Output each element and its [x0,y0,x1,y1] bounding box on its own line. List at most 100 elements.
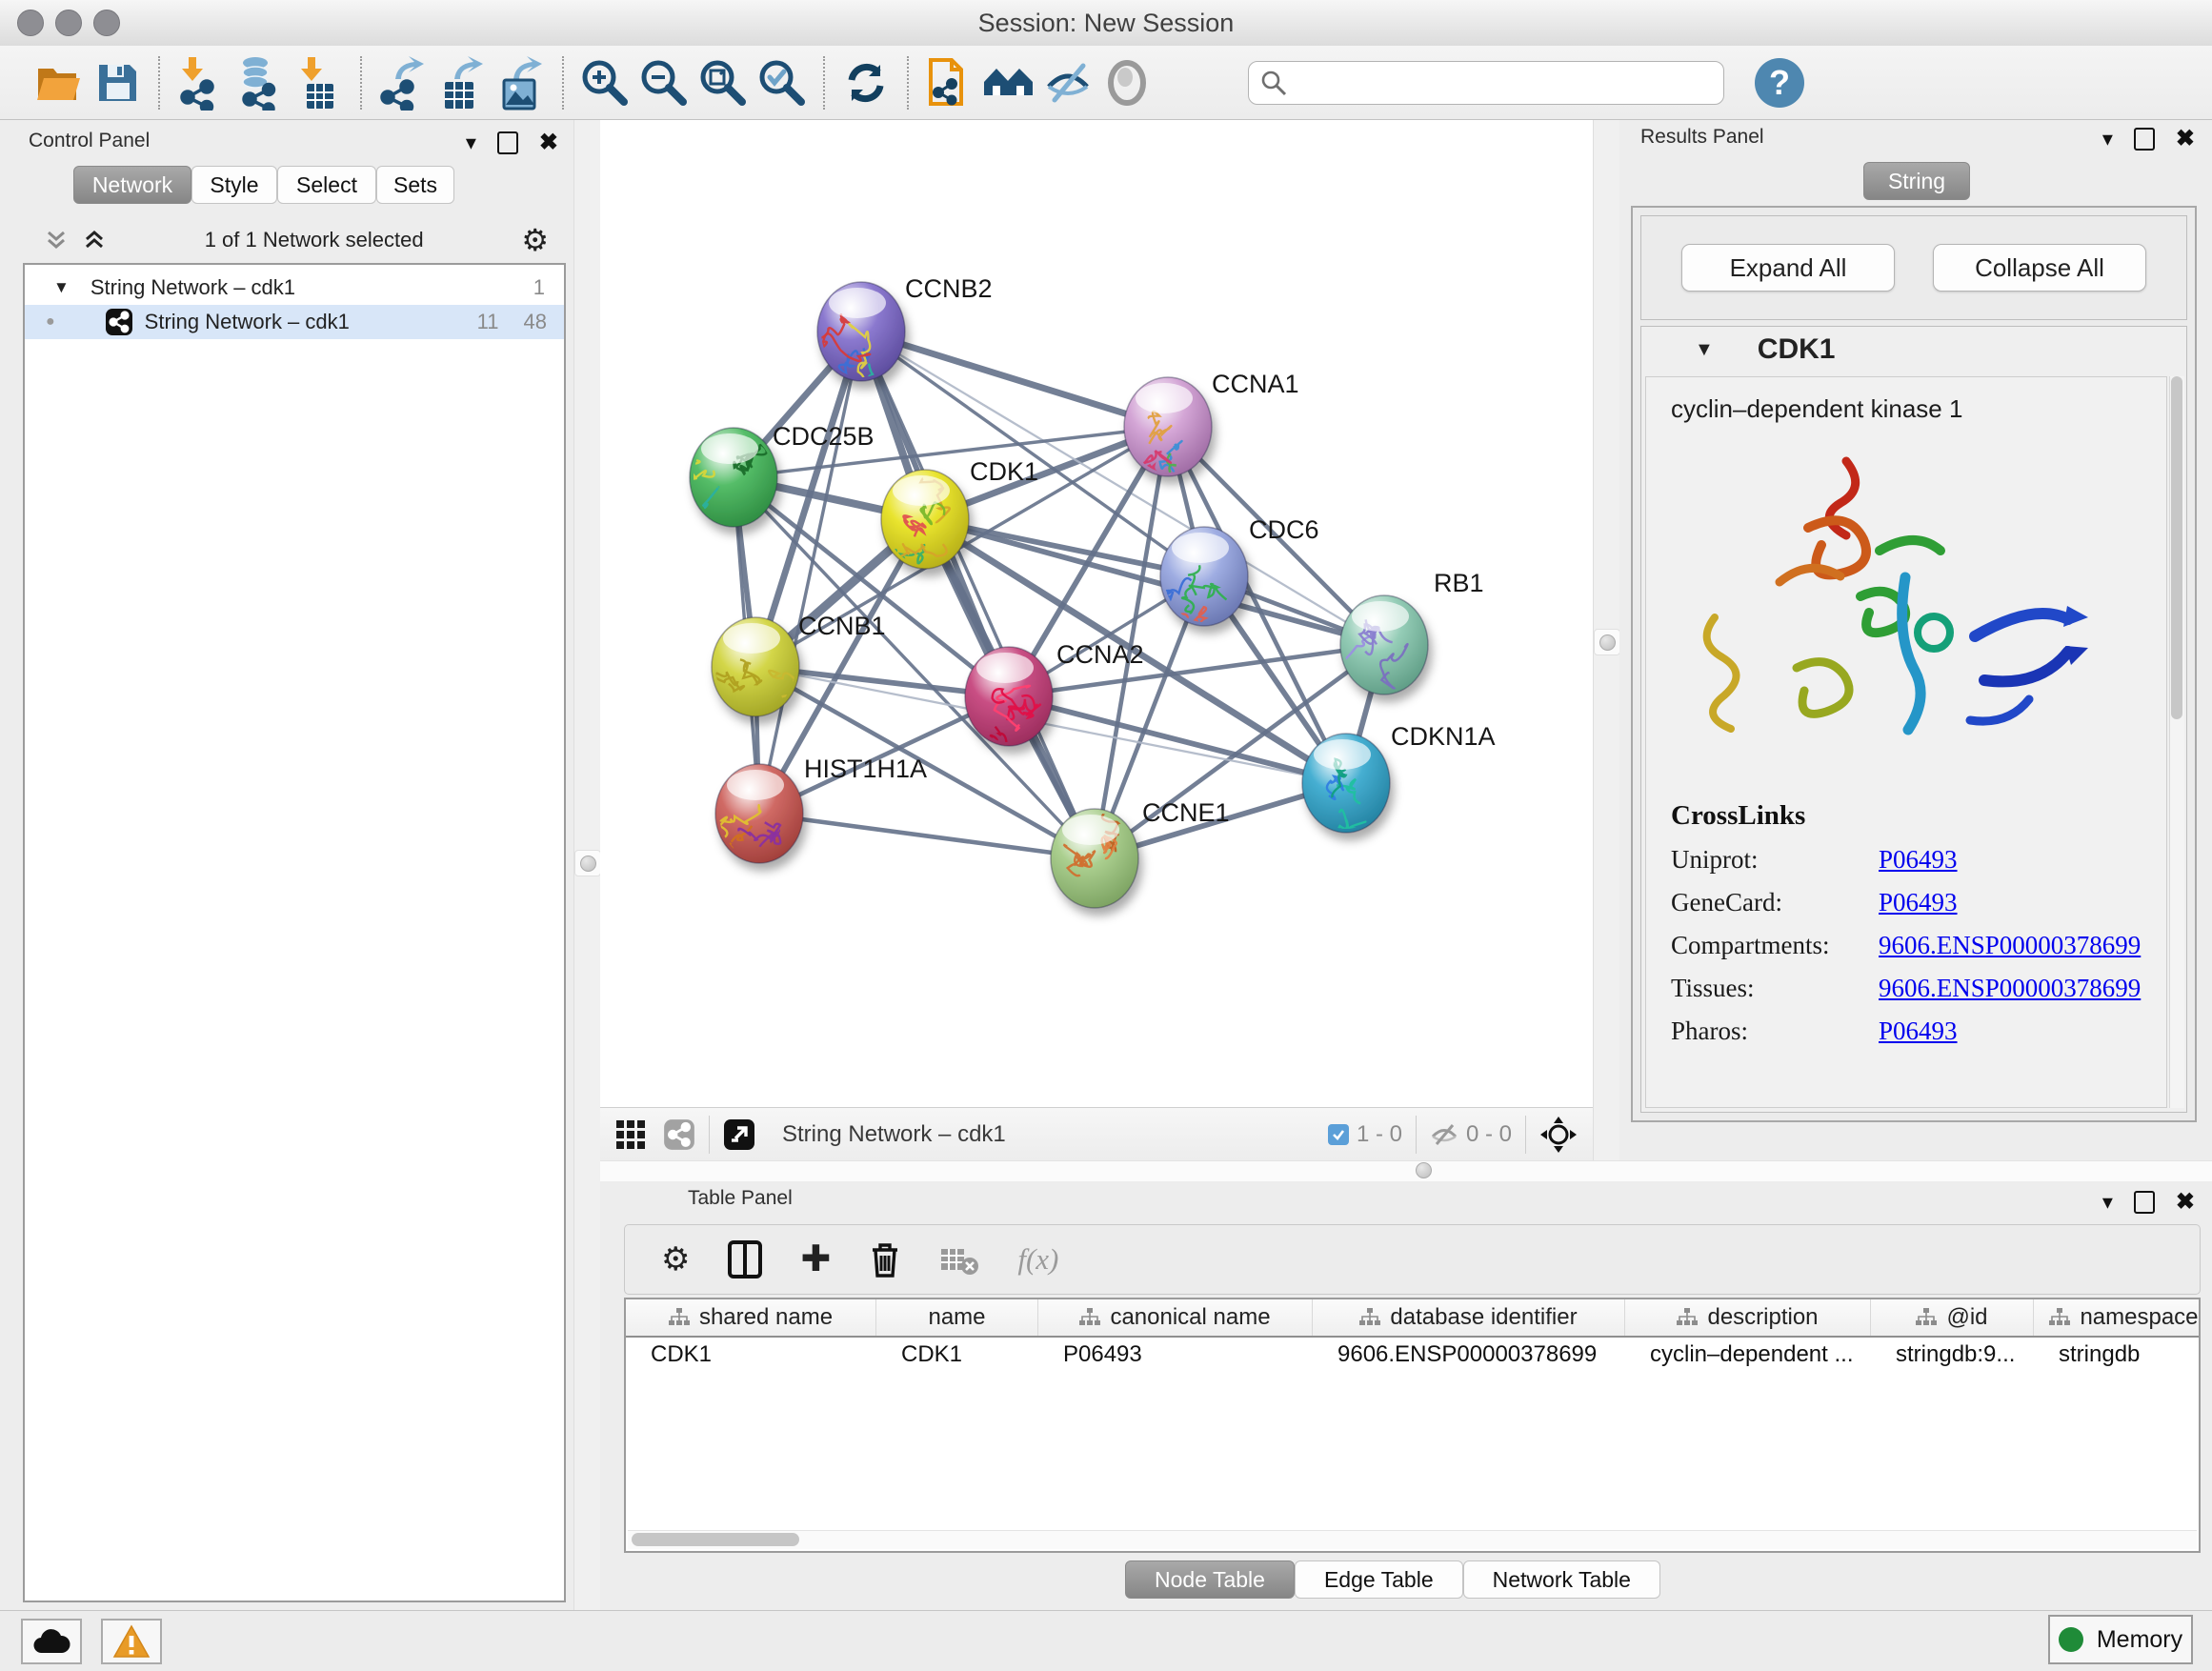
detach-view-icon[interactable] [723,1118,755,1151]
crosslink-link[interactable]: 9606.ENSP00000378699 [1879,974,2141,1003]
table-cell[interactable]: cyclin–dependent ... [1625,1341,1871,1368]
tab-network[interactable]: Network [73,166,191,204]
zoom-in-button[interactable] [575,52,634,113]
memory-button[interactable]: Memory [2048,1615,2193,1664]
column-header-namespace[interactable]: namespace [2034,1299,2201,1336]
home-button[interactable] [979,52,1038,113]
search-input[interactable] [1248,61,1724,105]
network-canvas[interactable]: CCNB2CCNA1CDC25BCDK1CDC6RB1CCNB1CCNA2CDK… [600,120,1593,1107]
import-network-database-button[interactable] [231,52,290,113]
selected-checkbox-icon[interactable] [1328,1124,1349,1145]
panel-menu-icon[interactable]: ▾ [2102,1192,2113,1213]
table-horizontal-scrollbar[interactable] [628,1530,2197,1549]
results-scrollbar-thumb[interactable] [2171,376,2182,719]
collapse-all-button[interactable]: Collapse All [1933,244,2146,292]
birdseye-crosshair-icon[interactable] [1539,1116,1578,1154]
crosslink-link[interactable]: P06493 [1879,845,1958,875]
column-header-description[interactable]: description [1625,1299,1871,1336]
crosslink-link[interactable]: P06493 [1879,1017,1958,1046]
save-session-button[interactable] [88,52,147,113]
expand-all-chevron-icon[interactable] [82,228,107,252]
table-cell[interactable]: 9606.ENSP00000378699 [1313,1341,1625,1368]
import-table-file-button[interactable] [290,52,349,113]
zoom-selected-button[interactable] [753,52,812,113]
section-expanded-icon[interactable]: ▼ [1695,339,1714,361]
network-node-cdkn1a[interactable] [1302,734,1390,837]
results-scrollbar[interactable] [2169,376,2184,1108]
column-header-database-identifier[interactable]: database identifier [1313,1299,1625,1336]
network-node-rb1[interactable] [1312,595,1428,695]
panel-menu-icon[interactable]: ▾ [466,132,476,153]
tab-select[interactable]: Select [277,166,376,204]
warning-status-button[interactable] [101,1619,162,1664]
column-header-name[interactable]: name [876,1299,1038,1336]
export-image-button[interactable] [492,52,551,113]
tab-sets[interactable]: Sets [376,166,454,204]
vertical-splitter-left[interactable] [573,120,602,1610]
table-scrollbar-thumb[interactable] [632,1533,799,1546]
network-edge[interactable] [759,332,861,814]
panel-float-icon[interactable] [2134,128,2155,151]
table-cell[interactable]: CDK1 [876,1341,1038,1368]
tab-style[interactable]: Style [191,166,277,204]
share-document-button[interactable] [920,52,979,113]
add-column-icon[interactable]: ✚ [800,1241,831,1278]
tab-string[interactable]: String [1863,162,1970,200]
panel-close-icon[interactable]: ✖ [539,131,558,154]
table-cell[interactable]: CDK1 [626,1341,876,1368]
tab-network-table[interactable]: Network Table [1463,1560,1660,1599]
grid-view-icon[interactable] [615,1119,646,1150]
column-header-shared-name[interactable]: shared name [626,1299,876,1336]
splitter-handle[interactable] [574,850,601,876]
vertical-splitter-right[interactable] [1593,120,1621,1160]
table-row[interactable]: CDK1CDK1P064939606.ENSP00000378699cyclin… [626,1338,2199,1372]
horizontal-splitter[interactable] [600,1160,2212,1183]
table-cell[interactable]: stringdb [2034,1341,2201,1368]
import-network-file-button[interactable] [171,52,231,113]
panel-menu-icon[interactable]: ▾ [2102,129,2113,150]
network-row-selected[interactable]: ● String Network – cdk1 11 48 [25,305,564,339]
zoom-out-button[interactable] [634,52,694,113]
delete-column-trash-icon[interactable] [869,1240,901,1278]
column-header-canonical-name[interactable]: canonical name [1038,1299,1313,1336]
network-node-cdk1[interactable] [881,470,969,569]
network-options-gear-icon[interactable]: ⚙ [521,225,549,255]
network-node-ccnb2[interactable] [811,282,906,397]
help-button[interactable]: ? [1755,58,1804,108]
tab-edge-table[interactable]: Edge Table [1295,1560,1463,1599]
network-edge[interactable] [861,332,1168,427]
panel-float-icon[interactable] [2134,1191,2155,1214]
expand-all-button[interactable]: Expand All [1681,244,1895,292]
table-cell[interactable]: stringdb:9... [1871,1341,2034,1368]
panel-close-icon[interactable]: ✖ [2176,1191,2195,1214]
show-columns-icon[interactable] [728,1240,762,1278]
panel-float-icon[interactable] [497,131,518,154]
network-share-icon[interactable] [663,1118,695,1151]
network-node-cdc25b[interactable] [683,428,777,527]
crosslink-link[interactable]: 9606.ENSP00000378699 [1879,931,2141,960]
panel-close-icon[interactable]: ✖ [2176,128,2195,151]
export-network-button[interactable] [373,52,432,113]
collection-expanded-icon[interactable]: ▼ [53,278,70,297]
cloud-status-button[interactable] [21,1619,82,1664]
network-edge[interactable] [759,814,1095,858]
splitter-handle[interactable] [1412,1158,1435,1181]
show-all-button[interactable] [1097,52,1156,113]
crosslink-link[interactable]: P06493 [1879,888,1958,917]
refresh-button[interactable] [836,52,895,113]
zoom-fit-button[interactable] [694,52,753,113]
collapse-all-chevron-icon[interactable] [44,228,69,252]
tab-node-table[interactable]: Node Table [1125,1560,1295,1599]
network-collection-row[interactable]: ▼ String Network – cdk1 1 [25,271,564,305]
network-graph[interactable]: CCNB2CCNA1CDC25BCDK1CDC6RB1CCNB1CCNA2CDK… [600,120,1593,1107]
open-session-button[interactable] [29,52,88,113]
splitter-handle[interactable] [1594,629,1620,655]
network-node-ccne1[interactable] [1051,809,1138,908]
network-node-hist1h1a[interactable] [708,764,803,863]
hide-selection-button[interactable] [1038,52,1097,113]
export-table-button[interactable] [432,52,492,113]
cdk1-section-header[interactable]: ▼ CDK1 [1641,327,2186,372]
table-options-gear-icon[interactable]: ⚙ [661,1243,690,1276]
table-cell[interactable]: P06493 [1038,1341,1313,1368]
column-header--id[interactable]: @id [1871,1299,2034,1336]
